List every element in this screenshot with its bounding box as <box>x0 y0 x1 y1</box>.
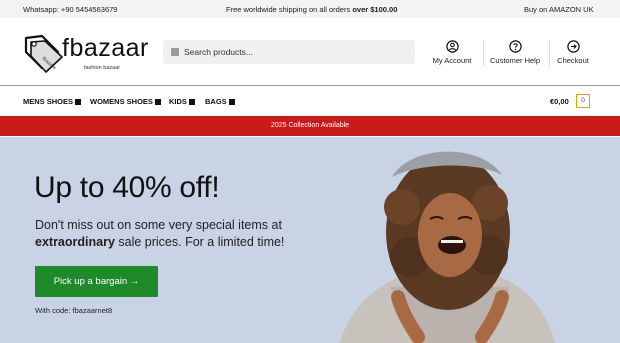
promo-code: With code: fbazaarnet8 <box>35 306 113 315</box>
my-account-label: My Account <box>432 56 472 65</box>
dropdown-icon <box>228 98 235 105</box>
shipping-notice: Free worldwide shipping on all orders ov… <box>226 5 397 14</box>
menu-item-mens-shoes[interactable]: MENS SHOES <box>23 97 82 106</box>
customer-help-link[interactable]: Customer Help <box>488 40 542 65</box>
logo-wordmark: fbazaar <box>62 34 149 62</box>
cart-total[interactable]: €0,00 <box>550 97 569 106</box>
bargain-button[interactable]: Pick up a bargain → <box>35 266 158 297</box>
hero-description: Don't miss out on some very special item… <box>35 217 305 251</box>
menu-item-womens-shoes[interactable]: WOMENS SHOES <box>90 97 161 106</box>
dropdown-icon <box>154 98 161 105</box>
menu-item-kids[interactable]: KIDS <box>169 97 195 106</box>
menu-item-bags[interactable]: BAGS <box>205 97 235 106</box>
top-bar: Whatsapp: +90 5454563679 Free worldwide … <box>0 0 620 18</box>
menu-item-label: MENS SHOES <box>23 97 74 106</box>
dropdown-icon <box>75 98 82 105</box>
cart-count-badge[interactable]: 0 <box>576 94 590 108</box>
menu-item-label: WOMENS SHOES <box>90 97 153 106</box>
hero-text-part-1: Don't miss out on some very special item… <box>35 218 282 232</box>
nav-divider <box>549 40 550 66</box>
amazon-link[interactable]: Buy on AMAZON UK <box>524 5 594 14</box>
help-icon <box>508 40 522 53</box>
promo-banner: 2025 Collection Available <box>0 116 620 136</box>
menu-item-label: BAGS <box>205 97 227 106</box>
checkout-link[interactable]: Checkout <box>554 40 592 65</box>
customer-help-label: Customer Help <box>489 56 541 65</box>
shipping-amount: over $100.00 <box>352 5 398 14</box>
my-account-link[interactable]: My Account <box>430 40 474 65</box>
whatsapp-contact[interactable]: Whatsapp: +90 5454563679 <box>23 5 117 14</box>
user-icon <box>445 40 459 53</box>
menu-item-label: KIDS <box>169 97 187 106</box>
hero-text-part-2: sale prices. For a limited time! <box>114 235 285 249</box>
site-logo[interactable]: fbazaar fbazaar fashion bazaar <box>22 32 148 78</box>
main-menu: MENS SHOES WOMENS SHOES KIDS BAGS €0,00 <box>0 86 620 116</box>
nav-divider <box>483 40 484 66</box>
arrow-right-circle-icon <box>566 40 580 53</box>
dropdown-icon <box>188 98 195 105</box>
hero-title: Up to 40% off! <box>34 171 220 204</box>
search-icon <box>171 48 179 56</box>
search-input[interactable]: Search products... <box>163 40 415 64</box>
hero-text-bold: extraordinary <box>35 235 115 249</box>
logo-subtitle: fashion bazaar <box>84 65 121 71</box>
hero-model-image <box>340 151 555 343</box>
shipping-text: Free worldwide shipping on all orders <box>226 5 353 14</box>
search-placeholder: Search products... <box>184 47 253 57</box>
price-tag-icon: fbazaar <box>24 34 63 73</box>
checkout-label: Checkout <box>557 56 589 65</box>
site-header: fbazaar fbazaar fashion bazaar Search pr… <box>0 18 620 86</box>
hero-section: Up to 40% off! Don't miss out on some ve… <box>0 137 620 343</box>
